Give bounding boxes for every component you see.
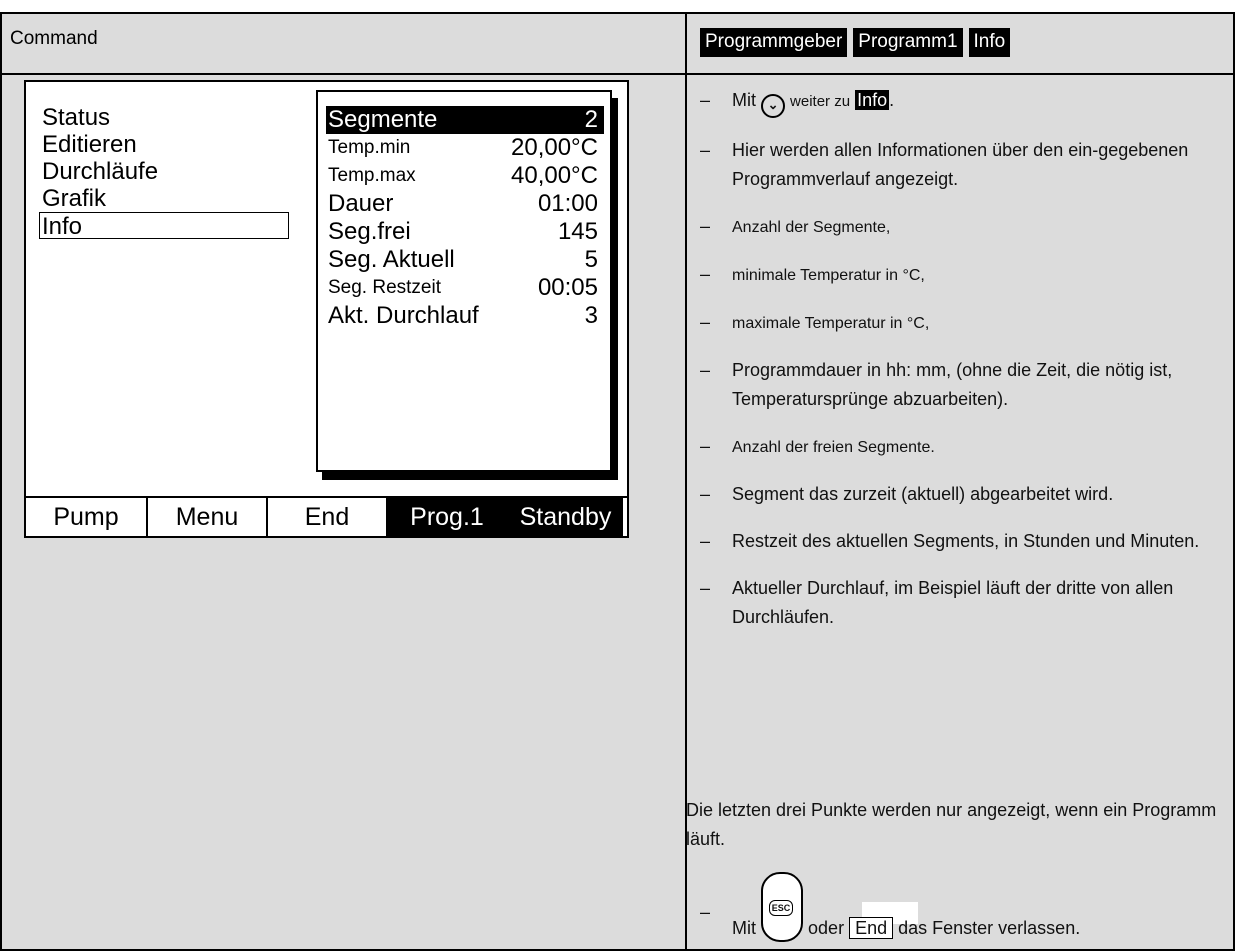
end-button-inline: End (849, 917, 894, 939)
dash-bullet: – (700, 531, 711, 551)
tag-programm1: Programm1 (853, 28, 963, 57)
instruction-text: Hier werden allen Informationen über den… (732, 140, 1189, 189)
info-key: Akt. Durchlauf (328, 302, 479, 329)
header-rule-bottom (0, 73, 1235, 75)
esc-key-icon: ESC (761, 872, 804, 942)
dash-bullet: – (700, 216, 711, 236)
info-value: 145 (557, 218, 598, 245)
instruction-punct: . (889, 90, 895, 110)
instruction-text: maximale Temperatur in °C, (732, 315, 930, 332)
info-key: Seg. Restzeit (328, 277, 441, 298)
dash-bullet: – (700, 578, 711, 598)
softkey-menu[interactable]: Menu (148, 498, 268, 536)
info-row-seg-aktuell: Seg. Aktuell 5 (318, 246, 610, 274)
info-key: Temp.max (328, 165, 416, 186)
info-row-seg-restzeit: Seg. Restzeit 00:05 (318, 274, 610, 302)
info-key: Segmente (328, 106, 438, 133)
instruction-text: oder (808, 918, 845, 938)
menu-item-info[interactable]: Info (39, 212, 289, 240)
instruction-text: Segment das zurzeit (aktuell) abgearbeit… (732, 484, 1114, 504)
dash-bullet: – (700, 360, 711, 380)
info-value: 5 (584, 246, 598, 273)
info-value: 01:00 (537, 190, 598, 217)
info-row-dauer: Dauer 01:00 (318, 190, 610, 218)
instruction-item-5: – maximale Temperatur in °C, (700, 308, 1230, 338)
instruction-text: Anzahl der Segmente, (732, 219, 891, 236)
info-row-temp-max: Temp.max 40,00°C (318, 162, 610, 190)
softkey-standby[interactable]: Standby (508, 498, 623, 536)
dash-bullet: – (700, 140, 711, 160)
dash-bullet: – (700, 436, 711, 456)
info-key: Seg.frei (328, 218, 411, 245)
info-panel: Segmente 2 Temp.min 20,00°C Temp.max 40,… (316, 90, 612, 472)
instruction-exit: – Mit ESC oder End das Fenster verlassen… (700, 872, 1230, 943)
instruction-note: Die letzten drei Punkte werden nur angez… (686, 800, 1217, 849)
instruction-text: minimale Temperatur in °C, (732, 267, 925, 284)
info-value: 3 (584, 302, 598, 329)
info-row-seg-frei: Seg.frei 145 (318, 218, 610, 246)
instruction-text: Anzahl der freien Segmente. (732, 439, 935, 456)
top-margin (0, 0, 1235, 12)
info-key: Temp.min (328, 137, 411, 158)
info-key: Seg. Aktuell (328, 246, 455, 273)
info-row-temp-min: Temp.min 20,00°C (318, 134, 610, 162)
dash-bullet: – (700, 484, 711, 504)
info-row-segmente: Segmente 2 (326, 106, 604, 134)
instruction-item-10: – Aktueller Durchlauf, im Beispiel läuft… (700, 574, 1230, 632)
info-value: 40,00°C (511, 162, 598, 189)
menu-item-editieren[interactable]: Editieren (42, 131, 289, 158)
instruction-text: Restzeit des aktuellen Segments, in Stun… (732, 531, 1200, 551)
info-row-akt-durchlauf: Akt. Durchlauf 3 (318, 302, 610, 330)
instruction-item-exit: – Mit ESC oder End das Fenster verlassen… (700, 872, 1230, 943)
instruction-item-6: – Programmdauer in hh: mm, (ohne die Zei… (700, 356, 1230, 414)
menu-item-status[interactable]: Status (42, 104, 289, 131)
device-display: Status Editieren Durchläufe Grafik Info … (24, 80, 629, 538)
instruction-item-9: – Restzeit des aktuellen Segments, in St… (700, 527, 1230, 556)
instruction-item-2: – Hier werden allen Informationen über d… (700, 136, 1230, 194)
instruction-item-8: – Segment das zurzeit (aktuell) abgearbe… (700, 480, 1230, 509)
softkey-pump[interactable]: Pump (26, 498, 148, 536)
header-rule-top (0, 12, 1235, 14)
instruction-item-7: – Anzahl der freien Segmente. (700, 432, 1230, 462)
dash-bullet: – (700, 90, 711, 110)
dash-bullet: – (700, 264, 711, 284)
instruction-item-3: – Anzahl der Segmente, (700, 212, 1230, 242)
dash-bullet: – (700, 902, 711, 922)
instruction-item-1: – Mit ⌄ weiter zu Info. (700, 86, 1230, 118)
instruction-list: – Mit ⌄ weiter zu Info. – Hier werden al… (700, 86, 1230, 650)
tag-programmgeber: Programmgeber (700, 28, 848, 57)
instruction-text: Mit (732, 918, 756, 938)
instruction-text: Aktueller Durchlauf, im Beispiel läuft d… (732, 578, 1174, 627)
softkey-prog1[interactable]: Prog.1 (388, 498, 508, 536)
instruction-text: das Fenster verlassen. (898, 918, 1081, 938)
info-tag-inline: Info (855, 90, 890, 110)
tag-info: Info (968, 28, 1011, 57)
instruction-text: weiter zu (790, 93, 851, 110)
info-key: Dauer (328, 190, 394, 217)
header-command: Command (10, 28, 98, 49)
menu-item-grafik[interactable]: Grafik (42, 185, 289, 212)
down-arrow-key-icon: ⌄ (761, 94, 786, 118)
info-value: 2 (584, 106, 598, 133)
instruction-text: Mit (732, 90, 756, 110)
info-value: 20,00°C (511, 134, 598, 161)
instruction-text: Programmdauer in hh: mm, (ohne die Zeit,… (732, 360, 1173, 409)
instruction-item-4: – minimale Temperatur in °C, (700, 260, 1230, 290)
menu-item-durchlaeufe[interactable]: Durchläufe (42, 158, 289, 185)
esc-key-label: ESC (769, 900, 794, 916)
dash-bullet: – (700, 312, 711, 332)
header-breadcrumb: Programmgeber Programm1 Info (700, 28, 1011, 57)
softkey-bar: Pump Menu End Prog.1 Standby (26, 496, 627, 536)
info-value: 00:05 (537, 274, 598, 301)
softkey-end[interactable]: End (268, 498, 388, 536)
device-menu: Status Editieren Durchläufe Grafik Info (39, 104, 289, 240)
